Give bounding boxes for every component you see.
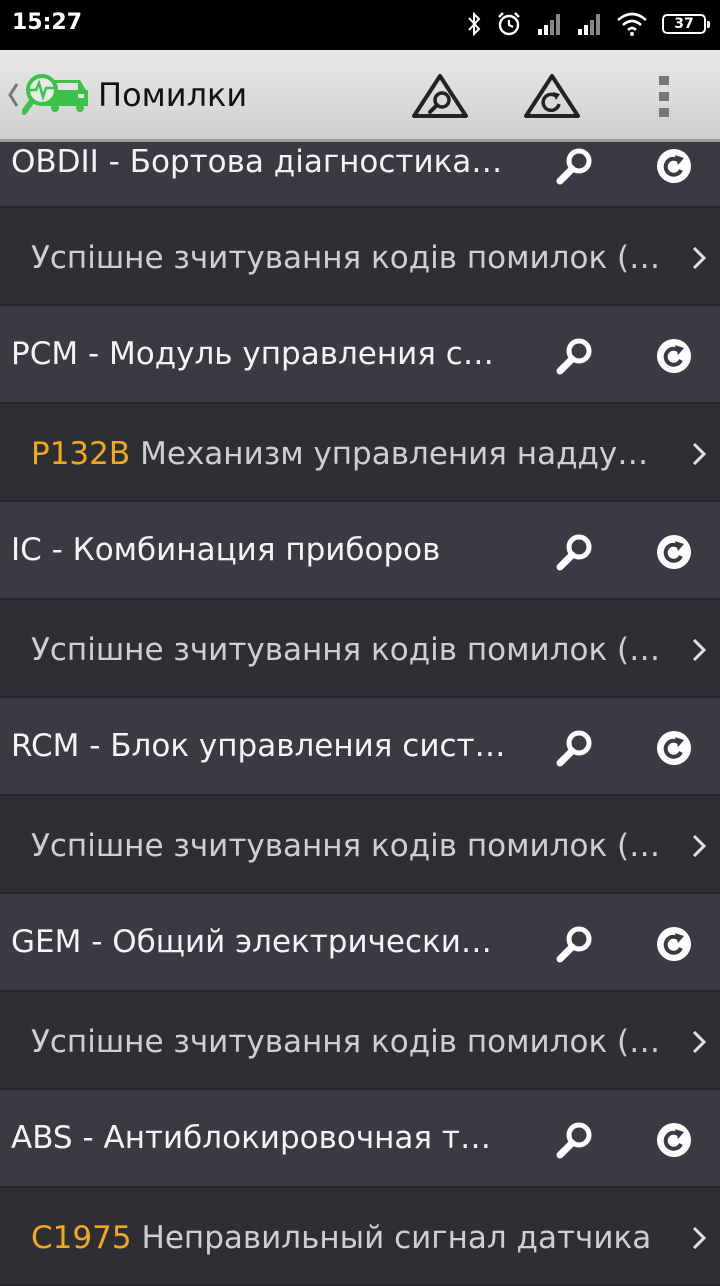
alarm-icon (498, 12, 520, 36)
error-row[interactable]: Успішне зчитування кодів помилок (… (0, 208, 720, 306)
module-name: IC - Комбинация приборов (11, 532, 441, 568)
module-name: PCM - Модуль управления с… (11, 336, 494, 372)
error-row[interactable]: C1975 Неправильный сигнал датчика (0, 1188, 720, 1286)
module-row[interactable]: IC - Комбинация приборов (0, 502, 720, 600)
overflow-menu-icon[interactable] (650, 72, 678, 122)
page-title: Помилки (98, 76, 248, 114)
chevron-right-icon (692, 638, 707, 662)
error-message: Успішне зчитування кодів помилок (… (31, 632, 660, 668)
refresh-icon[interactable] (522, 72, 582, 122)
search-icon[interactable] (410, 72, 470, 122)
error-text: Успішне зчитування кодів помилок (… (31, 632, 661, 668)
refresh-icon[interactable] (652, 922, 696, 966)
error-code: P132B (31, 436, 131, 472)
action-bar: Помилки (0, 50, 720, 142)
error-text: Успішне зчитування кодів помилок (… (31, 828, 661, 864)
status-time: 15:27 (12, 10, 83, 35)
error-text: Неправильный сигнал датчика (141, 1220, 652, 1256)
error-row[interactable]: Успішне зчитування кодів помилок (… (0, 600, 720, 698)
chevron-right-icon (692, 1226, 707, 1250)
wifi-icon (617, 12, 647, 36)
module-name: OBDII - Бортова діагностика… (11, 144, 503, 180)
error-code: C1975 (31, 1220, 132, 1256)
module-row[interactable]: GEM - Общий электрически… (0, 894, 720, 992)
module-row[interactable]: OBDII - Бортова діагностика… (0, 142, 720, 208)
chevron-right-icon (692, 246, 707, 270)
search-icon[interactable] (553, 1118, 597, 1162)
module-name: RCM - Блок управления сист… (11, 728, 506, 764)
chevron-right-icon (692, 442, 707, 466)
bluetooth-icon (468, 11, 481, 37)
search-icon[interactable] (553, 726, 597, 770)
search-icon[interactable] (553, 144, 597, 188)
search-icon[interactable] (553, 334, 597, 378)
signal-icon (538, 14, 560, 35)
error-message: Успішне зчитування кодів помилок (… (31, 240, 660, 276)
module-row[interactable]: RCM - Блок управления сист… (0, 698, 720, 796)
module-name: GEM - Общий электрически… (11, 924, 492, 960)
search-icon[interactable] (553, 530, 597, 574)
error-row[interactable]: P132B Механизм управления надду… (0, 404, 720, 502)
refresh-icon[interactable] (652, 1118, 696, 1162)
error-message: Успішне зчитування кодів помилок (… (31, 828, 660, 864)
error-message: C1975 Неправильный сигнал датчика (31, 1220, 651, 1256)
refresh-icon[interactable] (652, 144, 696, 188)
chevron-right-icon (692, 834, 707, 858)
error-text: Успішне зчитування кодів помилок (… (31, 1024, 661, 1060)
module-row[interactable]: ABS - Антиблокировочная т… (0, 1090, 720, 1188)
error-message: Успішне зчитування кодів помилок (… (31, 1024, 660, 1060)
refresh-icon[interactable] (652, 726, 696, 770)
chevron-right-icon (692, 1030, 707, 1054)
status-bar: 15:27 37 (0, 0, 720, 50)
error-text: Механизм управления надду… (140, 436, 649, 472)
refresh-icon[interactable] (652, 334, 696, 378)
signal-icon (578, 14, 600, 35)
error-text: Успішне зчитування кодів помилок (… (31, 240, 661, 276)
module-row[interactable]: PCM - Модуль управления с… (0, 306, 720, 404)
back-chevron-icon[interactable] (6, 80, 20, 110)
app-logo-icon[interactable] (22, 68, 92, 124)
error-message: P132B Механизм управления надду… (31, 436, 648, 472)
refresh-icon[interactable] (652, 530, 696, 574)
error-row[interactable]: Успішне зчитування кодів помилок (… (0, 992, 720, 1090)
search-icon[interactable] (553, 922, 597, 966)
battery-icon: 37 (662, 14, 710, 34)
module-name: ABS - Антиблокировочная т… (11, 1120, 491, 1156)
error-row[interactable]: Успішне зчитування кодів помилок (… (0, 796, 720, 894)
module-list: OBDII - Бортова діагностика… Успішне зчи… (0, 142, 720, 1286)
